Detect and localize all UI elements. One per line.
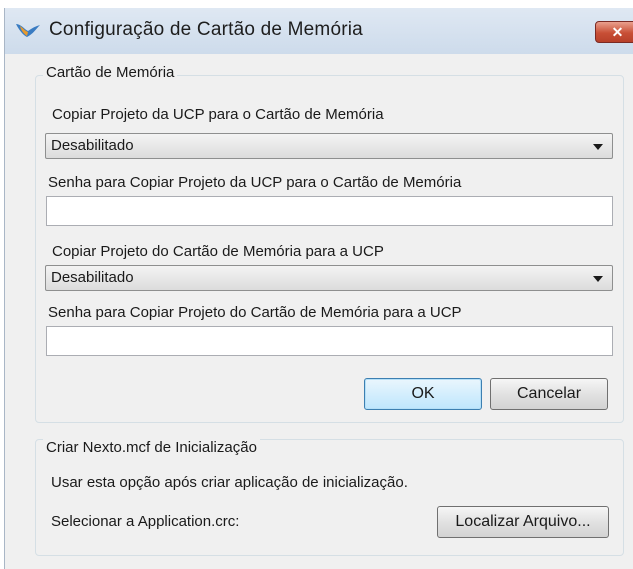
- copy-to-card-value: Desabilitado: [51, 137, 134, 154]
- window-title: Configuração de Cartão de Memória: [49, 19, 363, 40]
- copy-to-card-password-label: Senha para Copiar Projeto da UCP para o …: [48, 174, 462, 191]
- copy-from-card-select[interactable]: Desabilitado: [45, 265, 613, 291]
- ok-button[interactable]: OK: [364, 378, 482, 410]
- bird-logo-icon: [16, 24, 40, 37]
- copy-from-card-value: Desabilitado: [51, 269, 134, 286]
- title-bar: Configuração de Cartão de Memória ✕: [5, 8, 633, 54]
- copy-from-card-password-input[interactable]: [46, 326, 613, 356]
- cancel-button[interactable]: Cancelar: [490, 378, 608, 410]
- memory-card-group-title: Cartão de Memória: [43, 64, 178, 81]
- close-button[interactable]: ✕: [595, 21, 633, 43]
- select-application-label: Selecionar a Application.crc:: [51, 513, 240, 530]
- memory-card-config-dialog: Configuração de Cartão de Memória ✕ Cart…: [4, 8, 633, 569]
- init-file-group: [35, 439, 624, 556]
- chevron-down-icon: [593, 276, 603, 282]
- init-file-hint: Usar esta opção após criar aplicação de …: [51, 474, 408, 491]
- browse-file-button[interactable]: Localizar Arquivo...: [437, 506, 609, 538]
- init-file-group-title: Criar Nexto.mcf de Inicialização: [43, 439, 260, 456]
- chevron-down-icon: [593, 144, 603, 150]
- copy-to-card-label: Copiar Projeto da UCP para o Cartão de M…: [52, 106, 384, 123]
- copy-to-card-password-input[interactable]: [46, 196, 613, 226]
- copy-from-card-label: Copiar Projeto do Cartão de Memória para…: [52, 243, 384, 260]
- copy-to-card-select[interactable]: Desabilitado: [45, 133, 613, 159]
- copy-from-card-password-label: Senha para Copiar Projeto do Cartão de M…: [48, 304, 462, 321]
